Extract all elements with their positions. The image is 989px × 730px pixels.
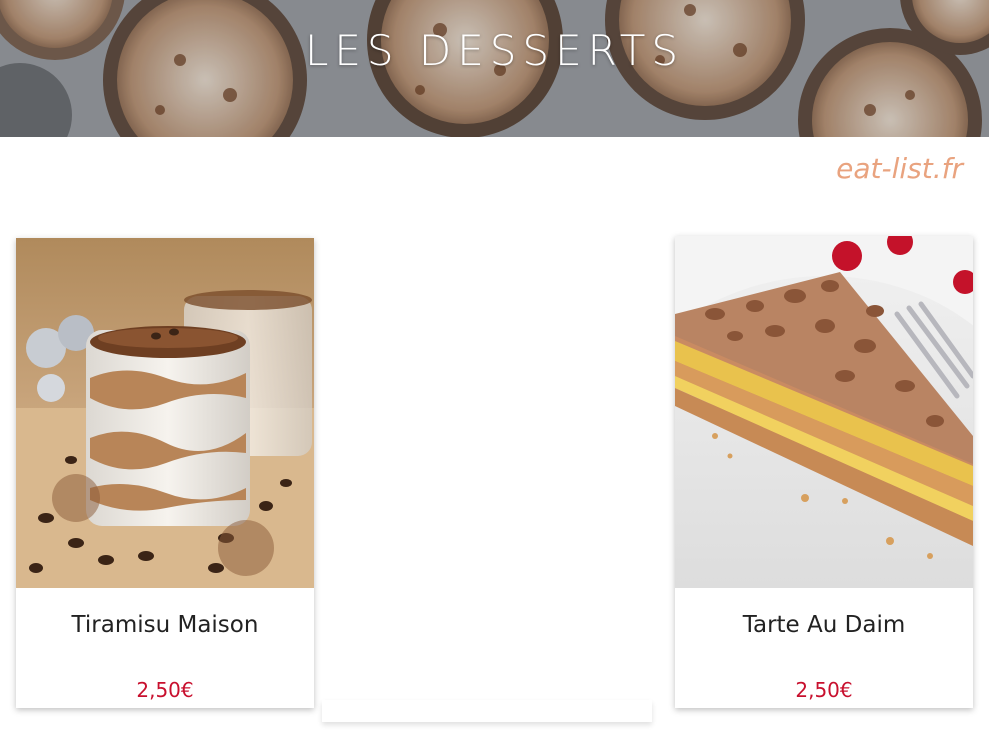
tiramisu-photo <box>16 238 314 588</box>
menu-item-price: 2,50€ <box>795 678 853 702</box>
menu-card-tiramisu[interactable]: Tiramisu Maison 2,50€ <box>16 238 314 708</box>
page-title: LES DESSERTS <box>304 26 685 75</box>
empty-card-slot <box>322 700 652 722</box>
menu-item-name: Tiramisu Maison <box>71 612 259 638</box>
site-name: eat-list.fr <box>836 152 963 185</box>
menu-item-price: 2,50€ <box>136 678 194 702</box>
header-banner: LES DESSERTS <box>0 0 989 137</box>
menu-item-name: Tarte Au Daim <box>742 612 906 638</box>
tarte-au-daim-photo <box>675 236 973 588</box>
menu-card-tarte-au-daim[interactable]: Tarte Au Daim 2,50€ <box>675 236 973 708</box>
